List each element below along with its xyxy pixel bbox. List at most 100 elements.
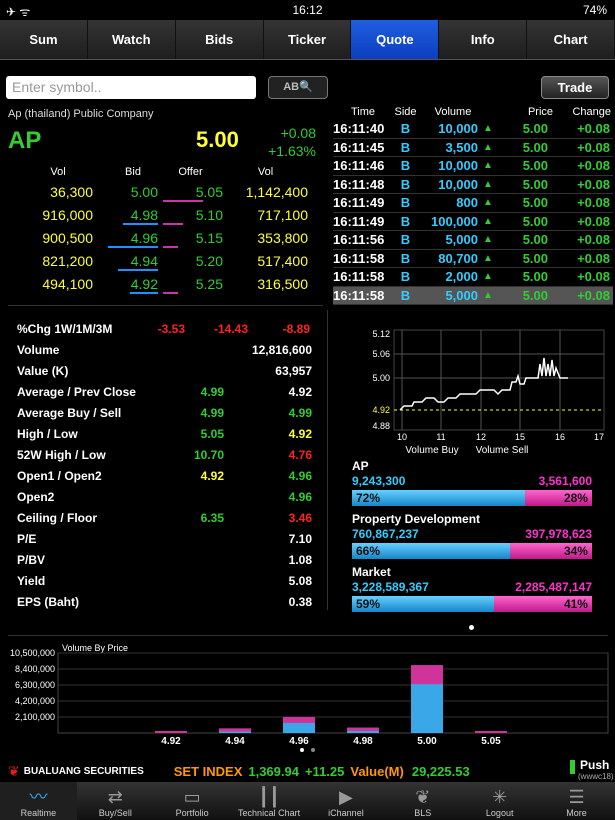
- ticker-row[interactable]: 16:11:58 B 80,700 ▲ 5.00 +0.08: [333, 250, 613, 268]
- push-label[interactable]: Push: [580, 758, 609, 772]
- ticker-row[interactable]: 16:11:40 B 10,000 ▲ 5.00 +0.08: [333, 120, 613, 139]
- page-indicator-dot[interactable]: [469, 625, 474, 630]
- nav-realtime[interactable]: 〰 Realtime: [0, 782, 77, 820]
- offer-price[interactable]: 5.05: [158, 184, 223, 200]
- nav-ichannel[interactable]: ▶ iChannel: [308, 782, 385, 820]
- ticker-row[interactable]: 16:11:48 B 10,000 ▲ 5.00 +0.08: [333, 176, 613, 194]
- stat-row: Open2 4.96: [17, 486, 317, 507]
- trade-button[interactable]: Trade: [541, 76, 609, 99]
- realtime-icon: 〰: [29, 787, 48, 807]
- offer-volume: 517,400: [257, 252, 308, 269]
- nav-more[interactable]: ☰ More: [538, 782, 615, 820]
- stat-value: 4.96: [288, 489, 312, 504]
- stat-value: 7.10: [288, 531, 312, 546]
- nav-portfolio[interactable]: ▭ Portfolio: [154, 782, 231, 820]
- offer-price[interactable]: 5.20: [158, 253, 223, 269]
- offer-price[interactable]: 5.15: [158, 230, 223, 246]
- vbp-xtick: 4.94: [225, 736, 245, 747]
- trade-price: 5.00: [522, 250, 548, 266]
- offer-volume-bar: [163, 292, 178, 294]
- nav-technical-chart[interactable]: ┃┃ Technical Chart: [231, 782, 308, 820]
- market-footer: ❦ BUALUANG SECURITIES SET INDEX 1,369.94…: [0, 758, 615, 782]
- ytick-500: 5.00: [372, 373, 390, 383]
- trade-price: 5.00: [522, 158, 548, 174]
- ticker-row[interactable]: 16:11:56 B 5,000 ▲ 5.00 +0.08: [333, 231, 613, 250]
- page-dot[interactable]: [311, 748, 315, 752]
- bid-price[interactable]: 4.98: [93, 207, 158, 223]
- bid-price[interactable]: 4.92: [93, 276, 158, 292]
- up-arrow-icon: ▲: [483, 271, 493, 283]
- buy-sell-bar: 59% 41%: [352, 596, 592, 612]
- vbp-title: Volume By Price: [62, 643, 128, 653]
- ticker-row[interactable]: 16:11:58 B 5,000 ▲ 5.00 +0.08: [333, 286, 613, 305]
- stat-row: EPS (Baht) 0.38: [17, 591, 317, 612]
- trade-time: 16:11:58: [333, 250, 385, 266]
- tab-ticker[interactable]: Ticker: [263, 20, 352, 59]
- stat-value: 4.99: [200, 384, 224, 399]
- ticker-row[interactable]: 16:11:49 B 800 ▲ 5.00 +0.08: [333, 194, 613, 213]
- bid-price[interactable]: 4.94: [93, 253, 158, 269]
- bottom-nav: 〰 Realtime ⇄ Buy/Sell ▭ Portfolio ┃┃ Technic…: [0, 782, 615, 820]
- stat-value: 4.99: [288, 405, 312, 420]
- ytick-488: 4.88: [372, 421, 390, 431]
- vbp-bar-sell: [283, 717, 315, 723]
- stat-value: -14.43: [213, 321, 248, 336]
- tab-sum[interactable]: Sum: [0, 20, 88, 59]
- stat-label: Value (K): [17, 363, 69, 378]
- nav-label: More: [566, 808, 587, 818]
- offer-price[interactable]: 5.25: [158, 276, 223, 292]
- nav-bls[interactable]: ❦ BLS: [384, 782, 461, 820]
- nav-logout[interactable]: ✳ Logout: [461, 782, 538, 820]
- stat-value: 6.35: [200, 510, 224, 525]
- sell-volume: 2,285,487,147: [515, 580, 592, 594]
- vbp-ytick: 8,400,000: [15, 664, 55, 674]
- trade-side: B: [400, 195, 411, 211]
- tab-info[interactable]: Info: [439, 20, 528, 59]
- up-arrow-icon: ▲: [483, 141, 493, 153]
- change-header: Change: [572, 106, 611, 118]
- ticker-row[interactable]: 16:11:49 B 100,000 ▲ 5.00 +0.08: [333, 213, 613, 231]
- symbol-search-button[interactable]: AB🔍: [268, 76, 328, 99]
- vbp-ytick: 10,500,000: [10, 648, 55, 658]
- buy-percent: 59%: [352, 596, 494, 612]
- tab-chart[interactable]: Chart: [527, 20, 615, 59]
- tab-bids[interactable]: Bids: [175, 20, 264, 59]
- bid-price[interactable]: 4.96: [93, 230, 158, 246]
- bid-price[interactable]: 5.00: [93, 184, 158, 200]
- more-icon: ☰: [568, 787, 585, 807]
- ticker-row[interactable]: 16:11:58 B 2,000 ▲ 5.00 +0.08: [333, 268, 613, 287]
- tab-watch[interactable]: Watch: [87, 20, 176, 59]
- trade-change: +0.08: [577, 121, 610, 137]
- ytick-512: 5.12: [372, 329, 390, 339]
- tab-quote[interactable]: Quote: [351, 20, 440, 59]
- trade-side: B: [400, 232, 411, 248]
- ticker-row[interactable]: 16:11:46 B 10,000 ▲ 5.00 +0.08: [333, 157, 613, 176]
- trade-price: 5.00: [522, 232, 548, 248]
- stat-value: -8.89: [282, 321, 310, 336]
- price-change: +0.08 +1.63%: [262, 124, 316, 160]
- value-label: Value(M): [350, 763, 404, 779]
- offer-vol-header: Vol: [257, 166, 274, 178]
- stat-value: 5.05: [200, 426, 224, 441]
- ytick-492: 4.92: [372, 405, 390, 415]
- stat-label: Yield: [17, 573, 46, 588]
- up-arrow-icon: ▲: [483, 289, 493, 301]
- page-dot-active[interactable]: [300, 748, 304, 752]
- trade-time: 16:11:49: [333, 195, 385, 211]
- ticker-row[interactable]: 16:11:45 B 3,500 ▲ 5.00 +0.08: [333, 139, 613, 157]
- bid-header: Bid: [125, 166, 141, 178]
- stat-value: 4.92: [200, 468, 224, 483]
- buy-percent: 66%: [352, 543, 511, 559]
- trade-side: B: [400, 139, 411, 155]
- symbol-input[interactable]: Enter symbol..: [6, 76, 256, 99]
- trade-time: 16:11:45: [333, 139, 385, 155]
- order-book-row: 494,100 4.92 5.25 316,500: [8, 272, 308, 295]
- order-book-row: 821,200 4.94 5.20 517,400: [8, 249, 308, 272]
- trade-change: +0.08: [577, 269, 610, 285]
- nav-buysell[interactable]: ⇄ Buy/Sell: [77, 782, 154, 820]
- trade-volume: 10,000: [438, 121, 478, 137]
- stat-value: 4.92: [288, 426, 312, 441]
- trade-change: +0.08: [577, 195, 610, 211]
- offer-price[interactable]: 5.10: [158, 207, 223, 223]
- change-percent: +1.63%: [268, 143, 316, 159]
